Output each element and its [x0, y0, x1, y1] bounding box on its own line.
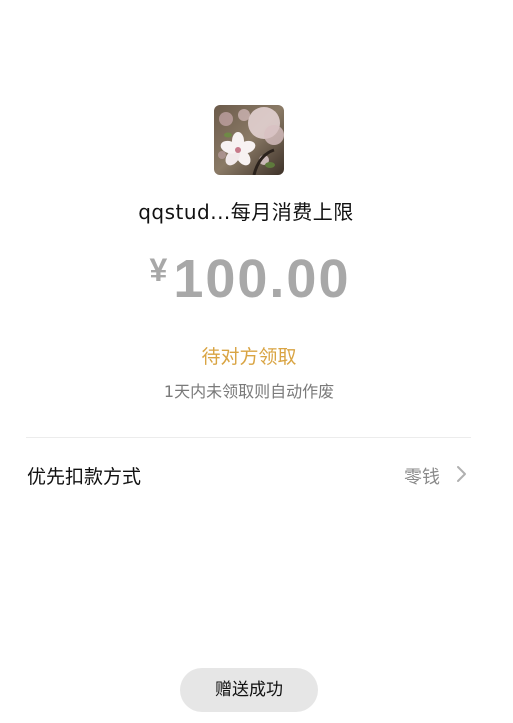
chevron-right-icon — [457, 466, 466, 482]
transfer-detail-page: qqstud...每月消费上限 ¥100.00 待对方领取 1天内未领取则自动作… — [0, 0, 513, 723]
payment-method-label: 优先扣款方式 — [27, 466, 142, 488]
amount-display: ¥100.00 — [0, 248, 500, 310]
status-text: 待对方领取 — [201, 346, 297, 368]
expiry-note: 1天内未领取则自动作废 — [163, 382, 335, 401]
avatar — [214, 105, 284, 175]
payment-method-row[interactable]: 优先扣款方式 零钱 — [0, 440, 513, 510]
cherry-blossom-photo — [214, 105, 284, 175]
done-button[interactable]: 赠送成功 — [180, 668, 318, 712]
payment-method-value: 零钱 — [404, 467, 440, 488]
recipient-title: qqstud...每月消费上限 — [138, 200, 354, 224]
divider — [26, 437, 471, 438]
amount-value: 100.00 — [173, 249, 351, 309]
currency-symbol: ¥ — [149, 252, 168, 288]
